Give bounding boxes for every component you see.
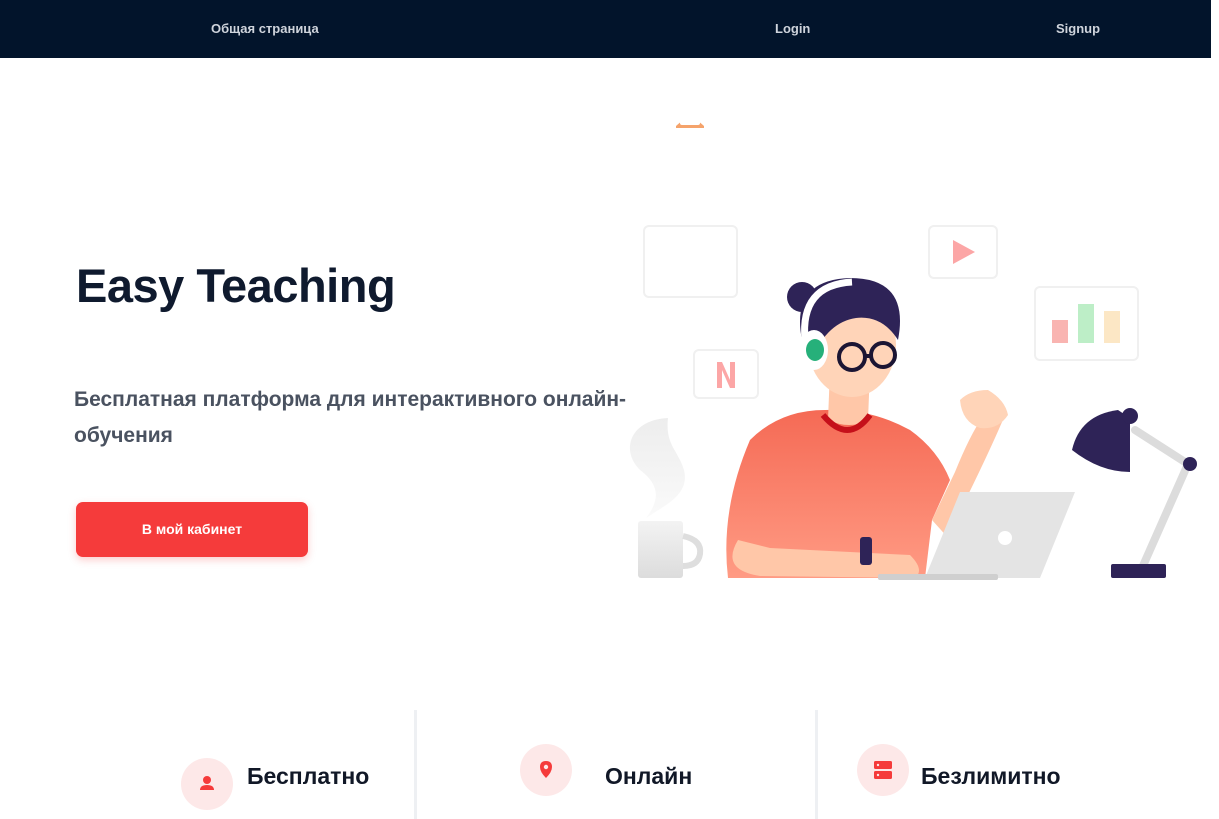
feature-label-online: Онлайн <box>605 763 693 789</box>
desk-lamp <box>1072 408 1197 578</box>
my-cabinet-button[interactable]: В мой кабинет <box>76 502 308 557</box>
telephone-icon <box>676 119 704 128</box>
feature-label-free: Бесплатно <box>247 763 370 789</box>
top-navbar: Общая страница Login Signup <box>0 0 1211 58</box>
coffee-mug <box>638 521 704 578</box>
bar-graph-card <box>1034 286 1139 361</box>
feature-divider <box>815 710 818 819</box>
nav-link-login[interactable]: Login <box>775 0 810 58</box>
page-edge <box>1211 0 1219 819</box>
location-pin-icon <box>520 744 572 796</box>
hero-illustration <box>629 119 1197 580</box>
blank-card <box>643 225 738 298</box>
feature-label-unlimited: Безлимитно <box>921 763 1061 789</box>
hero-subtitle: Бесплатная платформа для интерактивного … <box>74 388 627 447</box>
feature-divider <box>414 710 417 819</box>
steam <box>629 418 685 518</box>
video-card <box>928 225 998 279</box>
nav-link-general-page[interactable]: Общая страница <box>211 0 319 58</box>
user-icon <box>181 758 233 810</box>
server-icon <box>857 744 909 796</box>
netflix-card <box>693 349 759 399</box>
hero-title: Easy Teaching <box>76 259 396 312</box>
nav-link-signup[interactable]: Signup <box>1056 0 1100 58</box>
